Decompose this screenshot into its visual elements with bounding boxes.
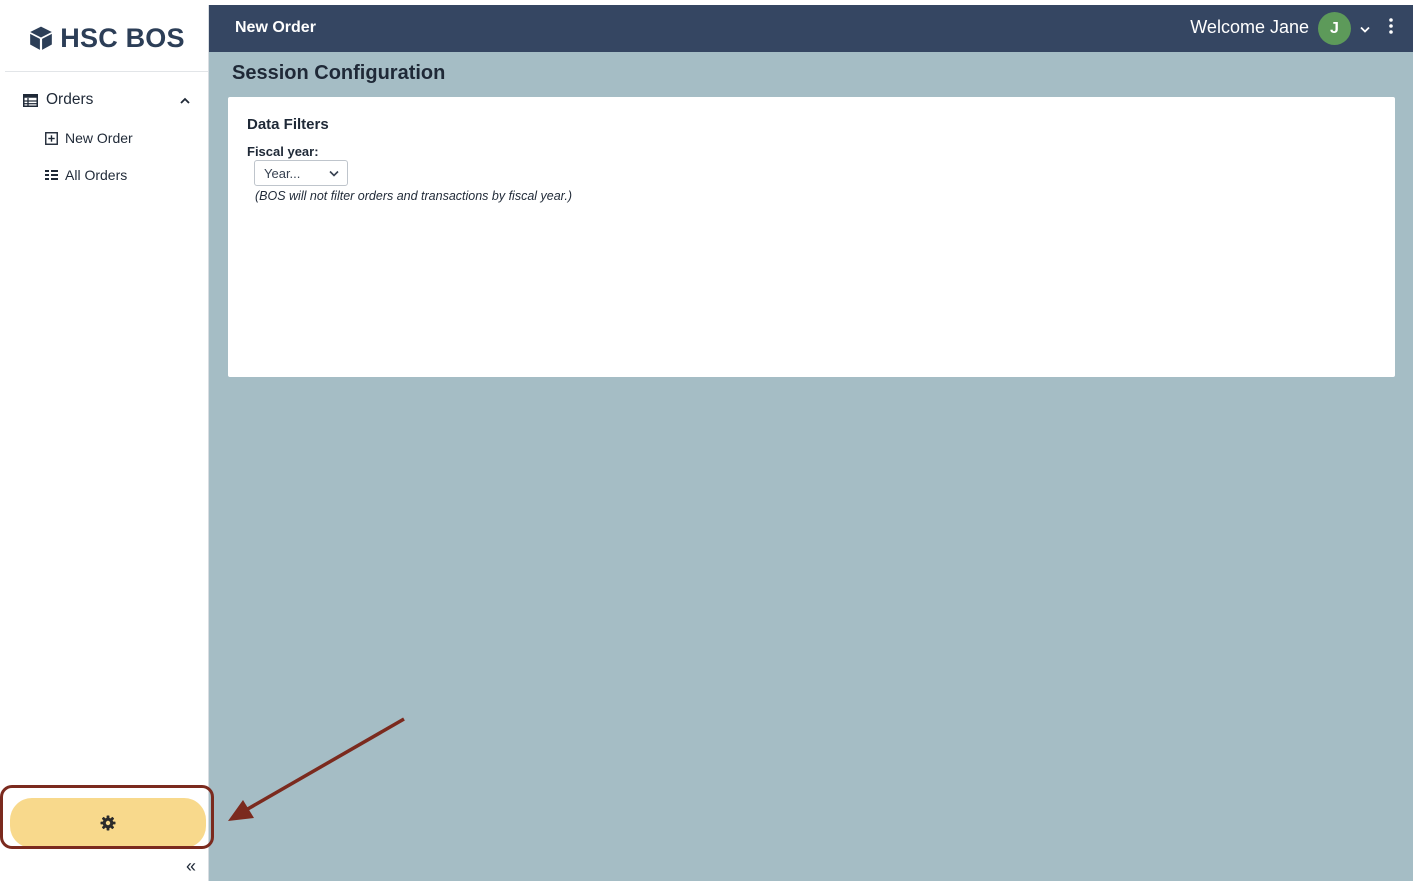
brand-logo[interactable]: HSC BOS [5,5,208,72]
fiscal-year-hint: (BOS will not filter orders and transact… [255,189,573,203]
plus-square-icon [45,131,58,145]
chevron-down-icon[interactable] [1360,20,1370,38]
top-bar: New Order Welcome Jane J [209,5,1413,52]
sidebar-item-new-order[interactable]: New Order [5,126,208,150]
fiscal-year-select[interactable]: Year... [254,160,348,186]
welcome-text: Welcome Jane [1190,17,1309,37]
more-menu-icon[interactable] [1389,18,1393,39]
data-filters-card: Data Filters Fiscal year: Year... (BOS w… [228,97,1395,377]
sidebar-group-label: Orders [46,91,94,108]
avatar[interactable]: J [1318,12,1351,45]
fiscal-year-select-value: Year... [264,165,301,181]
cube-icon [28,25,54,51]
page-title: Session Configuration [232,62,446,84]
page-header-title: New Order [235,19,316,36]
sidebar: HSC BOS Orders New Order All Orders « [5,5,209,881]
sidebar-item-label: New Order [65,130,133,146]
fiscal-year-label: Fiscal year: [247,144,319,159]
sidebar-item-all-orders[interactable]: All Orders [5,163,208,187]
app-window: HSC BOS Orders New Order All Orders « Ne… [5,5,1413,881]
sidebar-group-orders[interactable]: Orders [5,87,208,113]
collapse-sidebar-button[interactable]: « [181,856,201,876]
card-title: Data Filters [247,116,329,133]
brand-name: HSC BOS [60,22,185,53]
table-icon [23,93,38,107]
annotation-highlight-ring [0,785,214,849]
list-icon [45,169,58,181]
sidebar-item-label: All Orders [65,167,128,183]
chevron-down-icon [329,170,339,177]
chevron-up-icon[interactable] [180,97,190,104]
